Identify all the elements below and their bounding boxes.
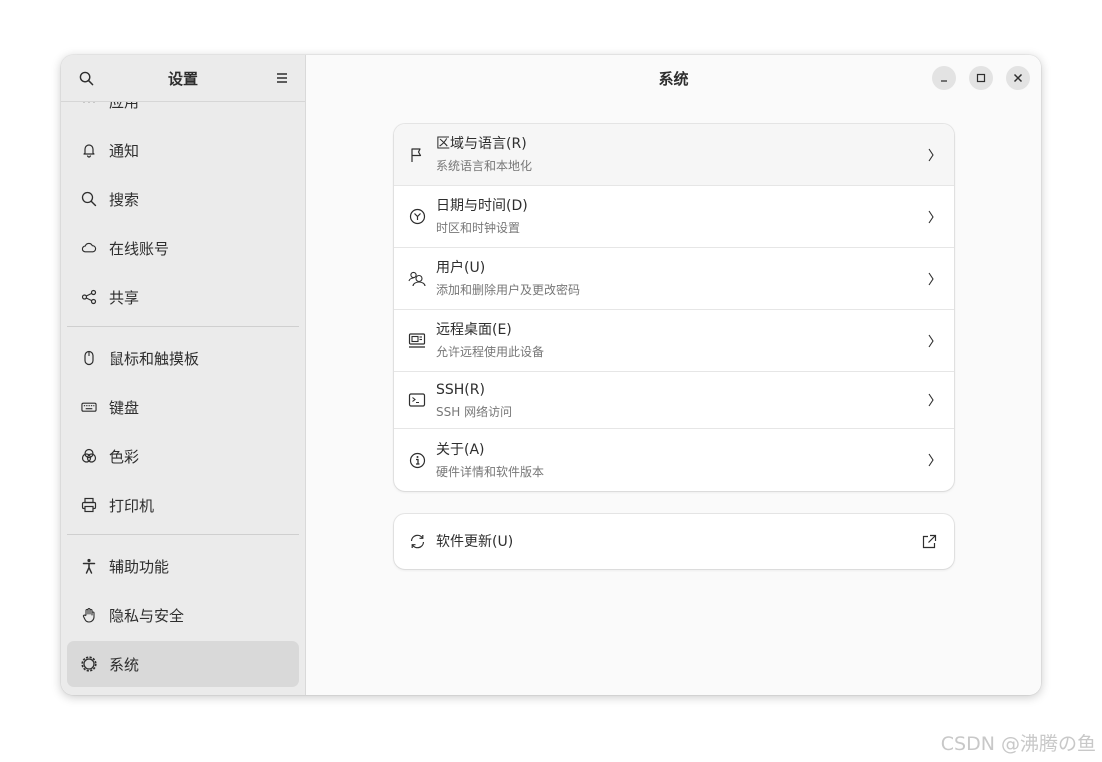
printer-icon bbox=[81, 497, 97, 513]
chevron-right-icon bbox=[924, 332, 938, 350]
sidebar-item-sharing[interactable]: 共享 bbox=[67, 274, 299, 320]
row-title: 软件更新(U) bbox=[436, 533, 514, 550]
sidebar-item-printers[interactable]: 打印机 bbox=[67, 482, 299, 528]
chevron-right-icon bbox=[924, 208, 938, 226]
search-icon[interactable] bbox=[77, 69, 95, 87]
maximize-icon bbox=[976, 73, 986, 83]
sidebar-title: 设置 bbox=[167, 69, 198, 88]
row-title: 用户(U) bbox=[436, 260, 486, 276]
clock-icon bbox=[408, 208, 426, 226]
row-subtitle: 时区和时钟设置 bbox=[436, 221, 521, 235]
row-title: SSH(R) bbox=[436, 381, 485, 398]
watermark: CSDN @沸腾の鱼 bbox=[940, 733, 1096, 755]
sidebar-item-mouse[interactable]: 鼠标和触摸板 bbox=[67, 335, 299, 381]
sidebar-item-notifications[interactable]: 通知 bbox=[67, 127, 299, 173]
sidebar-item-label: 鼠标和触摸板 bbox=[109, 349, 200, 368]
row-about[interactable]: 关于(A) 硬件详情和软件版本 bbox=[394, 429, 954, 491]
sidebar-item-label: 色彩 bbox=[109, 447, 140, 466]
gear-icon bbox=[81, 656, 97, 672]
sidebar-item-label: 在线账号 bbox=[109, 239, 170, 258]
minimize-button[interactable] bbox=[932, 66, 956, 90]
info-icon bbox=[408, 451, 426, 469]
sidebar: 设置 应用 通知 bbox=[61, 55, 306, 695]
chevron-right-icon bbox=[924, 270, 938, 288]
window-controls bbox=[932, 66, 1030, 90]
chevron-right-icon bbox=[924, 391, 938, 409]
close-button[interactable] bbox=[1006, 66, 1030, 90]
system-settings-list: 区域与语言(R) 系统语言和本地化 日期与时间(D) 时区和时钟设置 用户(U)… bbox=[394, 124, 954, 491]
sidebar-separator bbox=[67, 326, 299, 327]
apps-icon bbox=[81, 102, 97, 109]
close-icon bbox=[1013, 73, 1023, 83]
users-icon bbox=[408, 270, 426, 288]
row-subtitle: 添加和删除用户及更改密码 bbox=[436, 283, 581, 297]
row-title: 关于(A) bbox=[436, 441, 485, 458]
sidebar-item-label: 隐私与安全 bbox=[109, 606, 185, 625]
settings-window: 设置 应用 通知 bbox=[61, 55, 1041, 695]
row-remote-desktop[interactable]: 远程桌面(E) 允许远程使用此设备 bbox=[394, 310, 954, 372]
row-users[interactable]: 用户(U) 添加和删除用户及更改密码 bbox=[394, 248, 954, 310]
sidebar-item-apps[interactable]: 应用 bbox=[67, 102, 299, 124]
chevron-right-icon bbox=[924, 146, 938, 164]
search-icon bbox=[81, 191, 97, 207]
sidebar-item-privacy[interactable]: 隐私与安全 bbox=[67, 592, 299, 638]
chevron-right-icon bbox=[924, 451, 938, 469]
page-title: 系统 bbox=[658, 70, 689, 88]
sidebar-item-search[interactable]: 搜索 bbox=[67, 176, 299, 222]
row-title: 日期与时间(D) bbox=[436, 198, 528, 214]
menu-icon[interactable] bbox=[273, 69, 291, 87]
sidebar-item-label: 键盘 bbox=[109, 398, 140, 417]
row-ssh[interactable]: SSH(R) SSH 网络访问 bbox=[394, 372, 954, 429]
sidebar-item-label: 辅助功能 bbox=[109, 557, 170, 576]
sidebar-item-label: 搜索 bbox=[109, 190, 140, 209]
row-subtitle: 允许远程使用此设备 bbox=[436, 345, 545, 359]
row-date-time[interactable]: 日期与时间(D) 时区和时钟设置 bbox=[394, 186, 954, 248]
row-title: 区域与语言(R) bbox=[436, 136, 527, 152]
accessibility-icon bbox=[81, 558, 97, 574]
row-subtitle: 硬件详情和软件版本 bbox=[436, 464, 545, 479]
row-title: 远程桌面(E) bbox=[436, 322, 512, 338]
sidebar-item-keyboard[interactable]: 键盘 bbox=[67, 384, 299, 430]
sidebar-item-label: 系统 bbox=[109, 655, 140, 674]
sidebar-item-label: 打印机 bbox=[109, 496, 155, 515]
sidebar-header: 设置 bbox=[61, 55, 305, 102]
cloud-icon bbox=[81, 240, 97, 256]
mouse-icon bbox=[81, 350, 97, 366]
terminal-icon bbox=[408, 391, 426, 409]
sidebar-separator bbox=[67, 534, 299, 535]
hand-icon bbox=[81, 607, 97, 623]
sidebar-item-system[interactable]: 系统 bbox=[67, 641, 299, 687]
share-icon bbox=[81, 289, 97, 305]
remote-desktop-icon bbox=[408, 332, 426, 350]
main-panel: 系统 区域与语言(R) 系统语言和本地化 日期与时间(D) 时区和时钟设置 用户… bbox=[306, 55, 1041, 695]
sidebar-item-color[interactable]: 色彩 bbox=[67, 433, 299, 479]
sidebar-item-online-accounts[interactable]: 在线账号 bbox=[67, 225, 299, 271]
row-region-language[interactable]: 区域与语言(R) 系统语言和本地化 bbox=[394, 124, 954, 186]
sidebar-list[interactable]: 应用 通知 搜索 在线 bbox=[61, 102, 305, 695]
software-update-card: 软件更新(U) bbox=[394, 514, 954, 569]
sidebar-item-label: 通知 bbox=[109, 141, 140, 160]
flag-icon bbox=[408, 146, 426, 164]
main-header: 系统 bbox=[306, 55, 1041, 102]
bell-icon bbox=[81, 142, 97, 158]
maximize-button[interactable] bbox=[969, 66, 993, 90]
minimize-icon bbox=[941, 80, 947, 82]
external-link-icon bbox=[920, 533, 938, 551]
row-subtitle: SSH 网络访问 bbox=[436, 404, 513, 419]
row-subtitle: 系统语言和本地化 bbox=[436, 159, 533, 173]
keyboard-icon bbox=[81, 399, 97, 415]
color-icon bbox=[81, 448, 97, 464]
sidebar-item-label: 共享 bbox=[109, 288, 140, 307]
sidebar-item-accessibility[interactable]: 辅助功能 bbox=[67, 543, 299, 589]
row-software-update[interactable]: 软件更新(U) bbox=[394, 514, 954, 569]
sidebar-item-label: 应用 bbox=[109, 102, 139, 112]
refresh-icon bbox=[408, 533, 426, 551]
